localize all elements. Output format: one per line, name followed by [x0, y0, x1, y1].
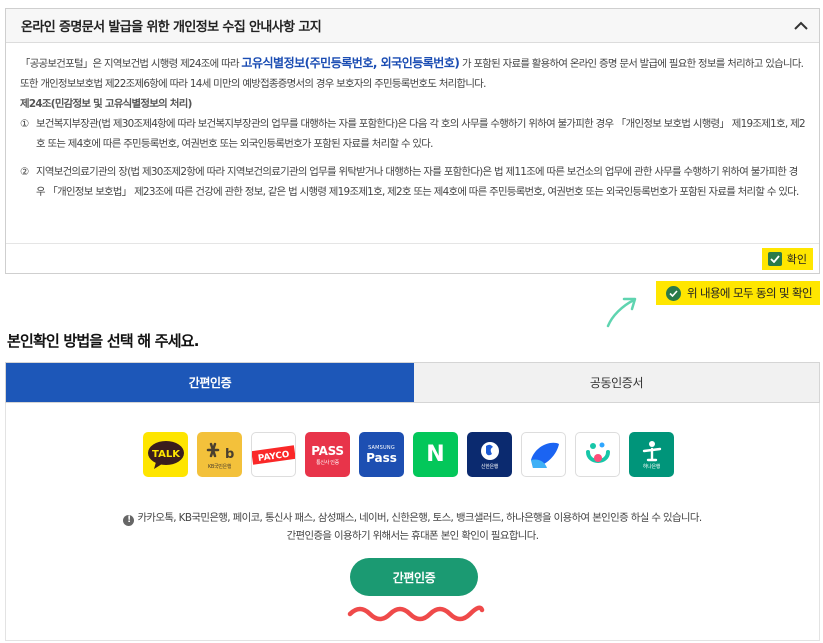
kakao-talk-icon: TALK: [147, 440, 184, 469]
agree-all-label: 위 내용에 모두 동의 및 확인: [686, 286, 813, 300]
auth-method-title: 본인확인 방법을 선택 해 주세요.: [7, 332, 199, 350]
simple-auth-button[interactable]: 간편인증: [350, 558, 478, 596]
hana-label: 하나은행: [642, 463, 661, 470]
kb-star-icon: b: [206, 442, 234, 462]
notice-footer: 확인: [6, 243, 819, 273]
provider-banksalad[interactable]: [575, 432, 620, 477]
kb-label: KB국민은행: [207, 463, 232, 470]
info-icon: !: [123, 515, 135, 526]
provider-toss[interactable]: [521, 432, 566, 477]
pass-sub-label: 통신사 인증: [316, 459, 339, 466]
simple-auth-panel: TALK b KB국민은행 PAYCO PASS 통신사 인증 SAMSUNG …: [5, 403, 820, 641]
unique-id-highlight: 고유식별정보(주민등록번호, 외국인등록번호): [241, 56, 460, 70]
auth-tabs: 간편인증 공동인증서: [5, 362, 820, 403]
privacy-notice-panel: 온라인 증명문서 발급을 위한 개인정보 수집 안내사항 고지 「공공보건포털」…: [5, 8, 820, 274]
provider-samsung-pass[interactable]: SAMSUNG Pass: [359, 432, 404, 477]
auth-info: ! 카카오톡, KB국민은행, 페이코, 통신사 패스, 삼성패스, 네이버, 신…: [6, 509, 819, 545]
shinhan-logo-icon: [480, 441, 499, 460]
tab-joint-certificate[interactable]: 공동인증서: [414, 363, 819, 402]
check-circle-icon: [665, 285, 681, 301]
provider-shinhan[interactable]: 신한은행: [467, 432, 512, 477]
provider-kb[interactable]: b KB국민은행: [197, 432, 242, 477]
section-heading: 제24조(민감정보 및 고유식별정보의 처리): [20, 98, 192, 110]
notice-paragraph: 「공공보건포털」은 지역보건법 시행령 제24조에 따라 고유식별정보(주민등록…: [20, 56, 804, 90]
arrow-annotation-icon: [606, 297, 637, 328]
pass-label: PASS: [311, 443, 344, 458]
provider-naver[interactable]: N: [413, 432, 458, 477]
provider-payco[interactable]: PAYCO: [251, 432, 296, 477]
naver-logo-icon: N: [426, 442, 445, 467]
toss-logo-icon: [530, 442, 559, 468]
provider-list: TALK b KB국민은행 PAYCO PASS 통신사 인증 SAMSUNG …: [143, 432, 674, 477]
notice-body: 「공공보건포털」은 지역보건법 시행령 제24조에 따라 고유식별정보(주민등록…: [6, 43, 819, 202]
squiggle-annotation-icon: [347, 605, 485, 622]
provider-pass[interactable]: PASS 통신사 인증: [305, 432, 350, 477]
list-item: ① 보건복지부장관(법 제30조제4항에 따라 보건복지부장관의 업무를 대행하…: [20, 118, 806, 150]
shinhan-label: 신한은행: [480, 463, 499, 470]
provider-kakao[interactable]: TALK: [143, 432, 188, 477]
list-item: ② 지역보건의료기관의 장(법 제30조제2항에 따라 지역보건의료기관의 업무…: [20, 166, 799, 198]
agree-all-button[interactable]: 위 내용에 모두 동의 및 확인: [655, 281, 820, 305]
samsung-pass-label: Pass: [366, 450, 397, 465]
payco-logo-icon: PAYCO: [252, 444, 295, 465]
notice-title: 온라인 증명문서 발급을 위한 개인정보 수집 안내사항 고지: [21, 20, 322, 35]
confirm-label: 확인: [786, 253, 807, 266]
check-icon: [767, 252, 782, 266]
banksalad-logo-icon: [585, 442, 610, 463]
info-line-1: ! 카카오톡, KB국민은행, 페이코, 통신사 패스, 삼성패스, 네이버, 신…: [6, 509, 819, 527]
notice-header[interactable]: 온라인 증명문서 발급을 위한 개인정보 수집 안내사항 고지: [6, 9, 819, 43]
confirm-checkbox[interactable]: 확인: [761, 248, 813, 270]
hana-logo-icon: [642, 440, 661, 461]
svg-text:b: b: [225, 447, 234, 462]
tab-simple-auth[interactable]: 간편인증: [6, 363, 414, 402]
info-line-2: 간편인증을 이용하기 위해서는 휴대폰 본인 확인이 필요합니다.: [286, 530, 539, 542]
chevron-up-icon[interactable]: [791, 16, 811, 36]
provider-hana[interactable]: 하나은행: [629, 432, 674, 477]
svg-text:TALK: TALK: [152, 449, 181, 460]
